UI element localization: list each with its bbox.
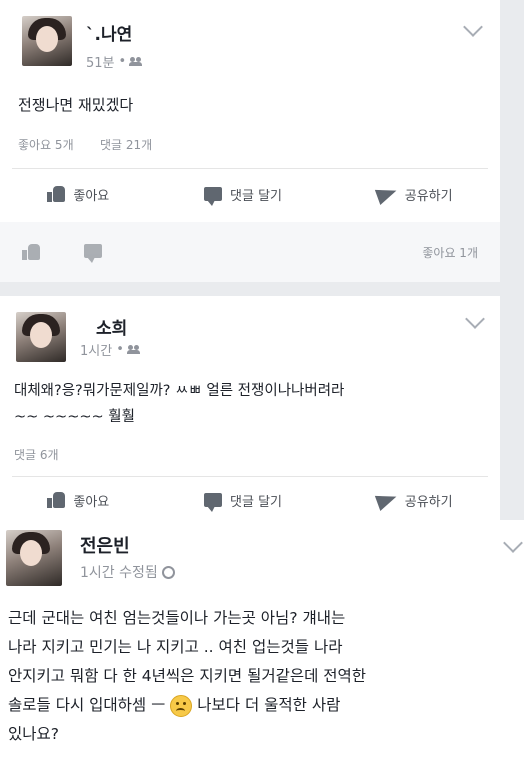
- avatar[interactable]: [16, 312, 66, 362]
- share-button[interactable]: 공유하기: [374, 489, 453, 511]
- chevron-down-icon[interactable]: [465, 309, 485, 329]
- author-name[interactable]: 전은빈: [80, 532, 130, 558]
- author-name[interactable]: `.나연: [86, 20, 132, 45]
- comments-count[interactable]: 댓글 21개: [100, 136, 152, 153]
- share-button[interactable]: 공유하기: [374, 183, 453, 205]
- post-card-1: `.나연 51분 • 전쟁나면 재밌겠다 좋아요 5개 댓글 21개 좋아요 댓…: [0, 0, 500, 282]
- comment-button[interactable]: 댓글 달기: [204, 185, 282, 206]
- divider: [12, 476, 488, 477]
- friends-icon: [126, 345, 140, 354]
- post-meta: 51분 •: [86, 52, 143, 71]
- action-bar: 좋아요 댓글 달기 공유하기: [0, 180, 500, 208]
- post-card-3: 전은빈 1시간 수정됨 근데 군대는 여친 엄는것들이나 가는곳 아님? 걔내는…: [0, 520, 524, 760]
- comment-icon[interactable]: [84, 244, 102, 263]
- chevron-down-icon[interactable]: [463, 17, 483, 37]
- divider: [12, 168, 488, 169]
- post-time[interactable]: 1시간 수정됨: [80, 562, 158, 582]
- likes-count[interactable]: 좋아요 5개: [18, 136, 74, 153]
- chevron-down-icon[interactable]: [503, 533, 523, 553]
- like-button[interactable]: 좋아요: [47, 185, 109, 204]
- separator-dot: •: [116, 342, 124, 357]
- post-time[interactable]: 1시간: [80, 340, 112, 359]
- comment-label: 댓글 달기: [230, 494, 282, 510]
- like-icon[interactable]: [22, 244, 40, 260]
- share-icon: [374, 489, 399, 511]
- avatar[interactable]: [6, 530, 62, 586]
- comment-label: 댓글 달기: [230, 188, 282, 204]
- like-icon: [47, 186, 66, 202]
- action-bar: 좋아요 댓글 달기 공유하기: [0, 486, 500, 514]
- author-name[interactable]: 소희: [96, 314, 127, 339]
- post-meta: 1시간 수정됨: [80, 562, 175, 582]
- comment-footer: 좋아요 1개: [0, 222, 500, 282]
- comments-count[interactable]: 댓글 6개: [14, 446, 59, 463]
- like-label: 좋아요: [73, 188, 110, 204]
- comment-button[interactable]: 댓글 달기: [204, 491, 282, 512]
- sad-emoji-icon: [170, 694, 193, 717]
- post-meta: 1시간 •: [80, 340, 140, 359]
- comment-icon: [204, 493, 223, 512]
- globe-icon: [161, 565, 175, 579]
- post-body: 근데 군대는 여친 엄는것들이나 가는곳 아님? 걔내는 나라 지키고 민기는 …: [8, 604, 366, 749]
- friends-icon: [129, 57, 143, 66]
- share-icon: [374, 183, 399, 205]
- post-card-2: 소희 1시간 • 대체왜?응?뭐가문제일까? ㅆㅃ 얼른 전쟁이나나버려라 ~~…: [0, 296, 500, 520]
- post-body: 대체왜?응?뭐가문제일까? ㅆㅃ 얼른 전쟁이나나버려라 ~~ ~~~~~ 훨훨: [14, 383, 345, 425]
- post-body: 전쟁나면 재밌겠다: [18, 96, 134, 114]
- footer-likes-count[interactable]: 좋아요 1개: [422, 244, 478, 261]
- share-label: 공유하기: [404, 494, 453, 510]
- post-time[interactable]: 51분: [86, 52, 115, 71]
- separator-dot: •: [118, 54, 127, 69]
- like-label: 좋아요: [73, 494, 110, 510]
- like-button[interactable]: 좋아요: [47, 491, 109, 510]
- share-label: 공유하기: [404, 188, 453, 204]
- like-icon: [47, 492, 66, 508]
- comment-icon: [204, 187, 223, 206]
- avatar[interactable]: [22, 16, 72, 66]
